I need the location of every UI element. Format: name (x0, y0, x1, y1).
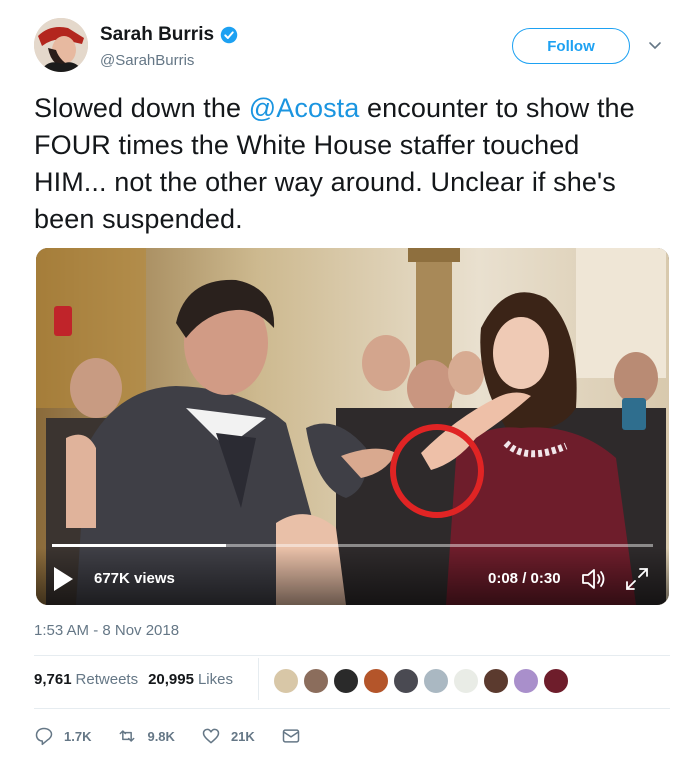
envelope-icon (282, 729, 300, 743)
fullscreen-icon[interactable] (624, 566, 650, 592)
play-icon[interactable] (52, 566, 74, 592)
retweets-count: 9,761 (34, 671, 72, 688)
liker-avatar[interactable] (302, 667, 330, 695)
engagement-stats: 9,761 Retweets 20,995 Likes (34, 671, 243, 688)
retweet-icon (120, 730, 135, 742)
liker-avatar[interactable] (482, 667, 510, 695)
handle[interactable]: @SarahBurris (100, 52, 194, 69)
stats-separator (258, 658, 259, 700)
name-row: Sarah Burris (100, 24, 238, 46)
likes-label: Likes (197, 671, 233, 688)
likes-stat[interactable]: 20,995 Likes (148, 671, 233, 688)
message-button[interactable] (281, 726, 311, 746)
reply-button[interactable]: 1.7K (34, 726, 91, 746)
verified-badge-icon (220, 26, 238, 44)
tweet-text-start: Slowed down the (34, 93, 249, 123)
retweet-button[interactable]: 9.8K (117, 726, 175, 746)
like-count: 21K (230, 728, 255, 744)
video-progress-fill (52, 544, 227, 547)
tweet-header: Sarah Burris @SarahBurris Follow (34, 18, 674, 78)
liker-avatar[interactable] (392, 667, 420, 695)
tweet-actions: 1.7K 9.8K 21K (34, 724, 337, 748)
video-player[interactable]: 677K views 0:08 / 0:30 (36, 248, 669, 605)
reply-icon (35, 727, 53, 746)
liker-avatar[interactable] (272, 667, 300, 695)
like-button[interactable]: 21K (201, 726, 255, 746)
mention-link[interactable]: @Acosta (249, 93, 360, 123)
avatar[interactable] (34, 18, 88, 72)
liker-avatar[interactable] (512, 667, 540, 695)
heart-icon (202, 728, 220, 744)
video-progress-bar[interactable] (52, 544, 653, 547)
video-time: 0:08 / 0:30 (488, 570, 561, 587)
liker-avatar[interactable] (362, 667, 390, 695)
retweet-count: 9.8K (147, 728, 175, 744)
follow-button[interactable]: Follow (512, 28, 630, 64)
divider (34, 655, 670, 656)
volume-icon[interactable] (580, 566, 608, 592)
tweet-text: Slowed down the @Acosta encounter to sho… (34, 90, 654, 238)
likes-count: 20,995 (148, 671, 194, 688)
liker-avatar[interactable] (332, 667, 360, 695)
retweets-label: Retweets (75, 671, 139, 688)
liker-avatar[interactable] (452, 667, 480, 695)
view-count: 677K views (94, 570, 175, 587)
display-name[interactable]: Sarah Burris (100, 24, 214, 46)
liker-avatar[interactable] (542, 667, 570, 695)
liker-avatars (272, 667, 572, 695)
divider (34, 708, 670, 709)
retweets-stat[interactable]: 9,761 Retweets (34, 671, 138, 688)
liker-avatar[interactable] (422, 667, 450, 695)
chevron-down-icon[interactable] (648, 38, 662, 52)
reply-count: 1.7K (64, 728, 92, 744)
tweet-timestamp[interactable]: 1:53 AM - 8 Nov 2018 (34, 622, 179, 639)
